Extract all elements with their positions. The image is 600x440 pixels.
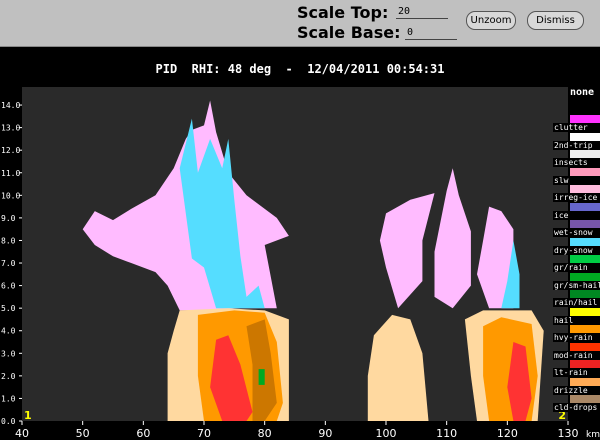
legend-label: drizzle [553,385,600,395]
y-tick-label: 8.0 [1,236,16,245]
x-axis-unit: km [586,430,600,440]
rhi-plot[interactable]: 40 50 60 70 80 90 100 110 120 130 km 0.0 1.0 2.0 3.0 4… [0,0,600,440]
legend-item: drizzle [553,377,600,395]
legend-label: dry-snow [553,245,600,255]
legend-label: rain/hail [553,298,600,307]
legend-none-label: none [570,87,595,98]
legend-label: hvy-rain [553,333,600,342]
legend-item: slw [553,167,600,185]
legend-item: hail [553,307,600,325]
legend-item: rain/hail [553,290,600,307]
legend-label: 2nd-trip [553,140,600,150]
legend-label: slw [553,175,600,185]
legend-item: 2nd-trip [553,132,600,150]
x-tick-label: 90 [318,427,332,440]
y-tick-label: 6.0 [1,282,16,291]
y-tick-label: 13.0 [1,124,20,133]
legend-item: gr/rain [553,255,600,272]
legend-label: ice [553,210,600,220]
y-tick-label: 11.0 [1,169,20,178]
y-tick-label: 14.0 [1,101,20,110]
x-axis: 40 50 60 70 80 90 100 110 120 130 km [15,421,600,440]
legend-item: insects [553,150,600,167]
legend-item: dry-snow [553,237,600,255]
x-tick-label: 80 [258,427,272,440]
legend-item: ice [553,202,600,220]
x-tick-label: 50 [76,427,90,440]
legend-item: lt-rain [553,360,600,377]
legend-label: irreg-ice [553,193,600,202]
legend-item: hvy-rain [553,325,600,342]
y-tick-label: 4.0 [1,327,16,336]
legend-label: wet-snow [553,228,600,237]
y-tick-label: 5.0 [1,304,16,313]
legend-label: hail [553,315,600,325]
y-tick-label: 1.0 [1,394,16,403]
y-tick-label: 12.0 [1,146,20,155]
legend-item: clutter [553,115,600,132]
region-graupel-rain [258,369,265,385]
y-tick-label: 10.0 [1,191,20,200]
x-tick-label: 100 [376,427,397,440]
legend-item: cld-drops [553,395,600,412]
corner-marker-left: 1 [24,409,32,422]
legend-label: clutter [553,123,600,132]
legend-label: mod-rain [553,350,600,360]
x-tick-label: 130 [558,427,579,440]
y-tick-label: 9.0 [1,214,16,223]
legend-item: gr/sm-hail [553,272,600,290]
legend-item: mod-rain [553,342,600,360]
x-tick-label: 70 [197,427,211,440]
x-tick-label: 120 [497,427,518,440]
y-tick-label: 0.0 [1,417,16,426]
x-tick-label: 60 [136,427,150,440]
x-tick-label: 110 [436,427,457,440]
y-axis: 0.0 1.0 2.0 3.0 4.0 5.0 6.0 7.0 8.0 9.0 10.0 11.0 12… [1,101,22,426]
legend-label: gr/rain [553,263,600,272]
legend-label: cld-drops [553,403,600,412]
legend-label: lt-rain [553,368,600,377]
legend-item: wet-snow [553,220,600,237]
y-tick-label: 2.0 [1,372,16,381]
y-tick-label: 7.0 [1,259,16,268]
x-tick-label: 40 [15,427,29,440]
legend-item: irreg-ice [553,185,600,202]
y-tick-label: 3.0 [1,349,16,358]
legend-label: gr/sm-hail [553,280,600,290]
legend-label: insects [553,158,600,167]
